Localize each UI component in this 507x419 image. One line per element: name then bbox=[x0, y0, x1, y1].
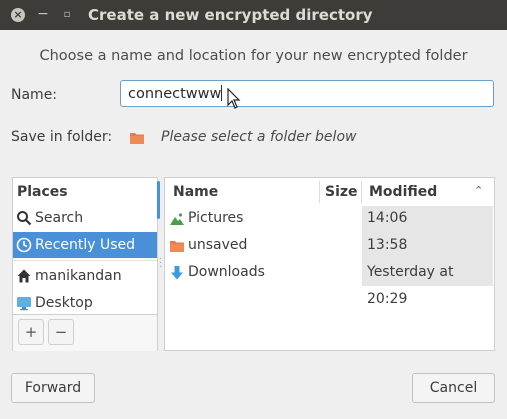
file-row[interactable]: unsaved 13:58 bbox=[165, 232, 494, 259]
sidebar-item-search[interactable]: Search bbox=[13, 205, 157, 231]
save-in-folder-hint: Please select a folder below bbox=[161, 129, 357, 145]
file-modified: Yesterday at 20:29 bbox=[367, 264, 454, 307]
column-separator bbox=[361, 181, 362, 203]
dialog-subtitle: Choose a name and location for your new … bbox=[39, 48, 468, 64]
desktop-icon bbox=[17, 297, 31, 311]
sidebar-item-label: Search bbox=[35, 210, 84, 226]
text-caret bbox=[221, 85, 223, 101]
name-label: Name: bbox=[11, 87, 58, 103]
sidebar-item-label: Recently Used bbox=[35, 237, 136, 253]
file-name: Pictures bbox=[188, 210, 244, 226]
file-row[interactable]: Downloads Yesterday at 20:29 bbox=[165, 259, 494, 307]
home-icon bbox=[17, 269, 31, 283]
sidebar-item-desktop[interactable]: Desktop bbox=[13, 290, 157, 316]
sidebar-item-label: Desktop bbox=[35, 295, 93, 311]
minimize-button[interactable]: − bbox=[36, 7, 50, 22]
maximize-button[interactable]: ▫ bbox=[60, 8, 74, 22]
remove-bookmark-button[interactable]: − bbox=[48, 319, 74, 345]
search-icon bbox=[17, 211, 32, 226]
sidebar-item-label: manikandan bbox=[35, 268, 122, 284]
add-bookmark-button[interactable]: + bbox=[18, 319, 44, 345]
file-name: Downloads bbox=[188, 264, 265, 280]
close-button[interactable]: × bbox=[11, 8, 25, 22]
file-modified: 14:06 bbox=[367, 210, 408, 226]
clock-icon bbox=[16, 237, 32, 253]
column-separator bbox=[319, 181, 320, 203]
file-row[interactable]: Pictures 14:06 bbox=[165, 205, 494, 232]
places-toolbar: + − bbox=[13, 314, 157, 351]
sort-ascending-icon: ⌃ bbox=[474, 184, 484, 197]
places-sidebar: Places Search Recently Used manikandan D… bbox=[12, 177, 160, 351]
sidebar-item-home[interactable]: manikandan bbox=[13, 263, 157, 289]
pictures-folder-icon bbox=[170, 213, 184, 225]
file-list: Name Size Modified ⌃ Pictures 14:06 unsa… bbox=[164, 177, 495, 351]
folder-icon bbox=[130, 133, 144, 144]
folder-icon bbox=[170, 241, 184, 252]
name-input[interactable]: connectwww bbox=[120, 80, 494, 107]
places-header: Places bbox=[17, 184, 68, 200]
name-input-value: connectwww bbox=[128, 86, 222, 102]
cancel-button[interactable]: Cancel bbox=[412, 373, 495, 403]
save-in-folder-label: Save in folder: bbox=[11, 129, 113, 145]
pane-resize-handle[interactable]: · · · bbox=[159, 255, 162, 273]
sidebar-divider bbox=[13, 260, 157, 261]
column-header-size[interactable]: Size bbox=[325, 184, 358, 200]
file-name: unsaved bbox=[188, 237, 248, 253]
sidebar-item-recently-used[interactable]: Recently Used bbox=[13, 232, 157, 258]
download-icon bbox=[171, 266, 183, 280]
column-header-modified[interactable]: Modified bbox=[369, 184, 437, 200]
sidebar-scrollbar[interactable] bbox=[157, 181, 160, 219]
mouse-pointer-icon bbox=[227, 88, 241, 109]
file-modified: 13:58 bbox=[367, 237, 408, 253]
window-title: Create a new encrypted directory bbox=[88, 6, 373, 24]
column-header-name[interactable]: Name bbox=[173, 184, 218, 200]
forward-button[interactable]: Forward bbox=[11, 373, 95, 403]
title-bar: × − ▫ Create a new encrypted directory bbox=[0, 0, 507, 30]
